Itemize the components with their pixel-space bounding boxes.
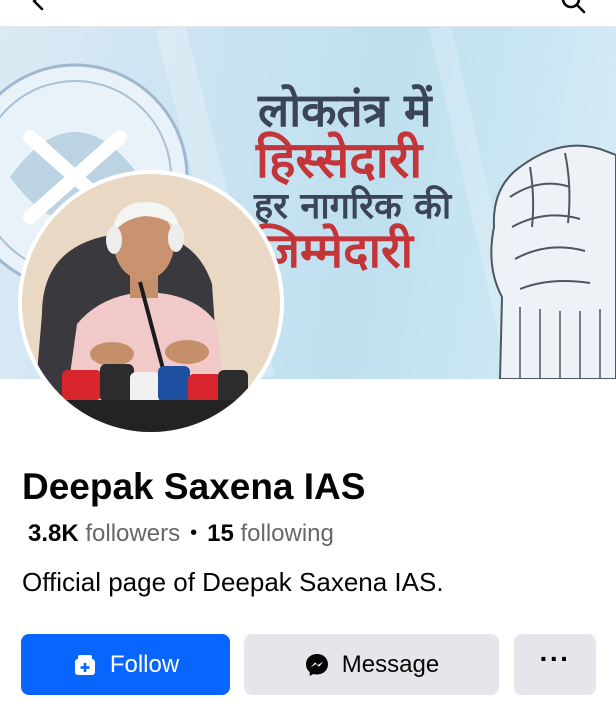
page-name: Deepak Saxena IAS [22, 466, 366, 507]
message-button[interactable]: Message [244, 634, 499, 695]
following-count: 15 [207, 520, 234, 547]
cover-line-3: हर नागरिक की [254, 186, 452, 227]
followers-link[interactable]: 3.8K followers [28, 520, 180, 547]
messenger-icon [305, 653, 328, 676]
cover-line-1: लोकतंत्र में [258, 83, 432, 137]
follow-button[interactable]: Follow [21, 634, 230, 695]
followers-count: 3.8K [28, 520, 79, 547]
profile-picture[interactable] [18, 170, 284, 436]
back-arrow-icon[interactable] [28, 0, 50, 12]
cover-line-4: जिम्मेदारी [252, 223, 414, 279]
following-label: following [240, 520, 334, 547]
follow-label: Follow [109, 650, 180, 678]
more-options-button[interactable]: ··· [514, 634, 596, 695]
follow-page-icon [74, 654, 95, 675]
search-icon[interactable] [560, 0, 586, 14]
stats-separator: • [190, 522, 198, 544]
followers-label: followers [85, 520, 181, 547]
cover-line-2: हिस्सेदारी [256, 131, 423, 189]
avatar-photo [22, 174, 280, 432]
top-bar [0, 0, 616, 27]
message-label: Message [341, 650, 440, 678]
more-dots-icon: ··· [539, 642, 571, 674]
following-link[interactable]: 15 following [207, 520, 334, 547]
follow-stats: 3.8K followers • 15 following [28, 520, 334, 548]
page-bio: Official page of Deepak Saxena IAS. [22, 567, 444, 597]
